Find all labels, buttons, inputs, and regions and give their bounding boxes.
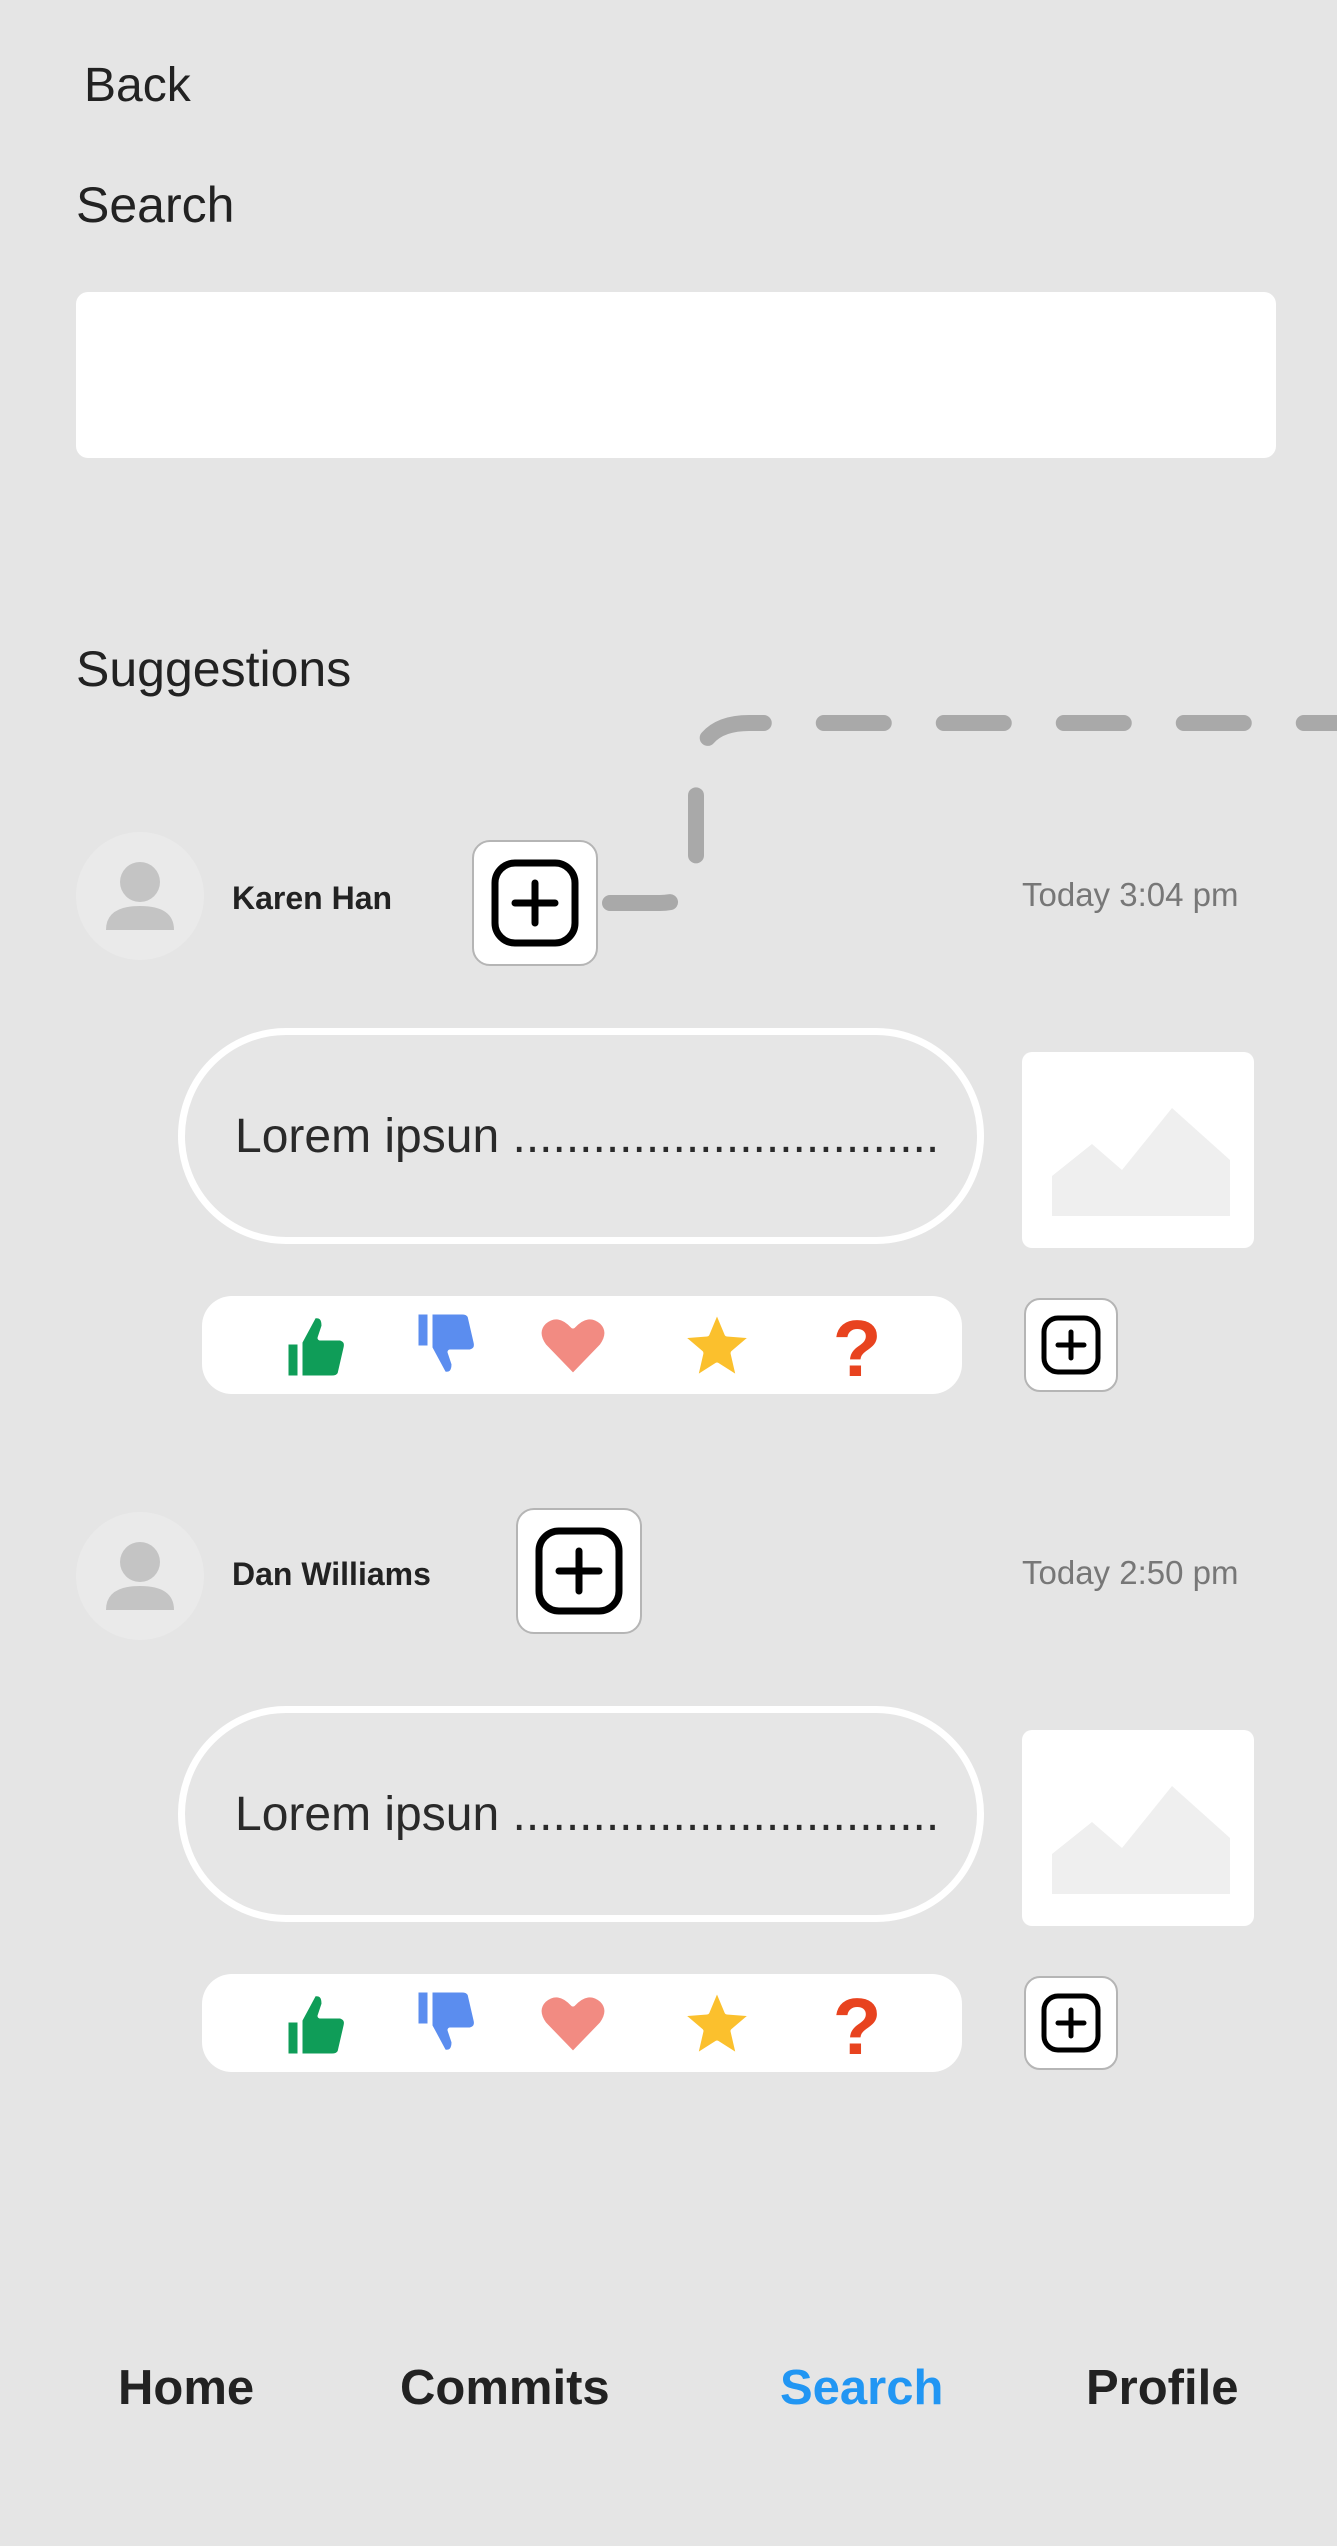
suggestions-title: Suggestions	[76, 641, 352, 697]
question-icon[interactable]: ?	[816, 1304, 898, 1386]
user-avatar	[76, 832, 204, 960]
message-bubble: Lorem ipsun ............................…	[178, 1028, 984, 1244]
user-avatar	[76, 1512, 204, 1640]
plus-square-icon	[491, 859, 579, 947]
plus-square-icon	[1041, 1315, 1101, 1375]
heart-icon[interactable]	[532, 1304, 614, 1386]
image-placeholder	[1022, 1052, 1254, 1248]
heart-icon[interactable]	[532, 1982, 614, 2064]
nav-search[interactable]: Search	[780, 2360, 943, 2416]
add-button[interactable]	[472, 840, 598, 966]
thumbs-up-icon[interactable]	[272, 1304, 354, 1386]
user-name: Karen Han	[232, 880, 393, 916]
nav-home[interactable]: Home	[118, 2360, 254, 2416]
search-title: Search	[76, 177, 235, 233]
thumbs-down-icon[interactable]	[402, 1982, 484, 2064]
add-button[interactable]	[516, 1508, 642, 1634]
nav-profile[interactable]: Profile	[1086, 2360, 1238, 2416]
reaction-bar: ?	[202, 1974, 962, 2072]
search-input[interactable]	[76, 292, 1276, 458]
person-icon	[106, 1542, 174, 1610]
message-text: Lorem ipsun ............................…	[235, 1109, 940, 1163]
star-icon[interactable]	[676, 1982, 758, 2064]
add-reaction-button[interactable]	[1024, 1298, 1118, 1392]
suggestion-card: Dan Williams Today 2:50 pm Lorem ipsun .…	[0, 1508, 1337, 2088]
user-name: Dan Williams	[232, 1556, 431, 1592]
person-icon	[106, 862, 174, 930]
plus-square-icon	[1041, 1993, 1101, 2053]
nav-commits[interactable]: Commits	[400, 2360, 610, 2416]
question-icon[interactable]: ?	[816, 1982, 898, 2064]
post-time: Today 2:50 pm	[1022, 1554, 1239, 1591]
thumbs-down-icon[interactable]	[402, 1304, 484, 1386]
image-placeholder-icon	[1052, 1786, 1230, 1894]
message-bubble: Lorem ipsun ............................…	[178, 1706, 984, 1922]
suggestion-card: Karen Han Today 3:04 pm Lorem ipsun ....…	[0, 830, 1337, 1410]
thumbs-up-icon[interactable]	[272, 1982, 354, 2064]
svg-text:?: ?	[833, 1982, 882, 2064]
message-text: Lorem ipsun ............................…	[235, 1787, 940, 1841]
reaction-bar: ?	[202, 1296, 962, 1394]
post-time: Today 3:04 pm	[1022, 876, 1239, 913]
image-placeholder-icon	[1052, 1108, 1230, 1216]
add-reaction-button[interactable]	[1024, 1976, 1118, 2070]
star-icon[interactable]	[676, 1304, 758, 1386]
image-placeholder	[1022, 1730, 1254, 1926]
back-button[interactable]: Back	[84, 58, 191, 113]
plus-square-icon	[535, 1527, 623, 1615]
svg-text:?: ?	[833, 1304, 882, 1386]
